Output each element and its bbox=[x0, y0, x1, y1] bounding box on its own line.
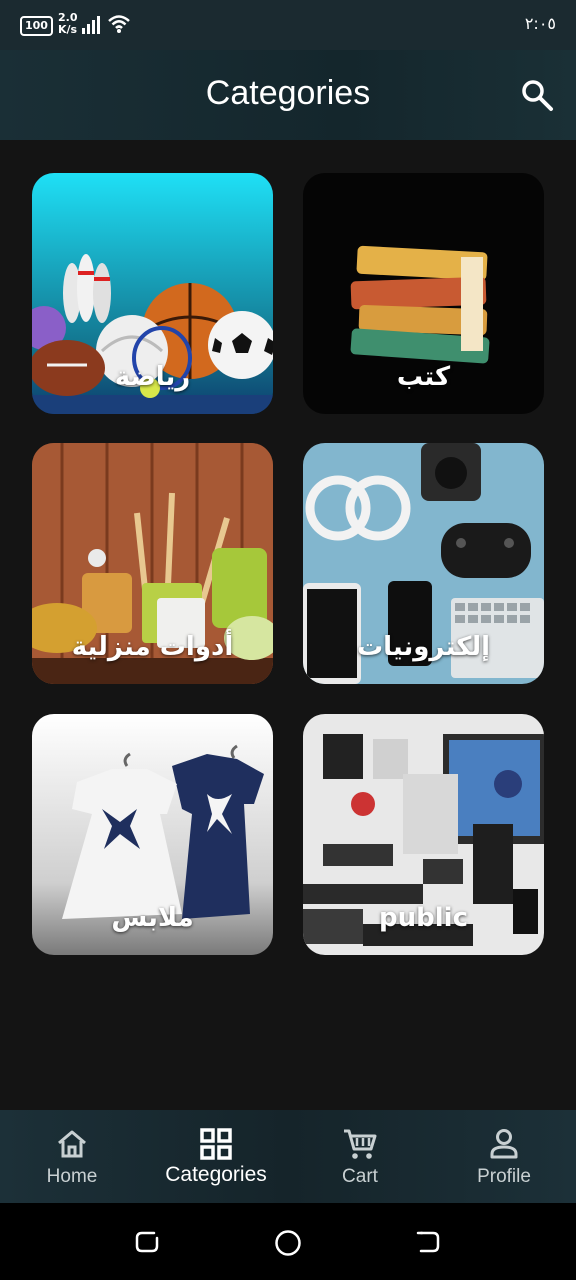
search-icon[interactable] bbox=[520, 78, 554, 112]
recent-apps-icon[interactable] bbox=[134, 1229, 160, 1255]
page-title: Categories bbox=[205, 74, 371, 112]
network-speed: 2.0 K/s bbox=[58, 12, 78, 36]
nav-label-profile: Profile bbox=[477, 1166, 531, 1187]
home-button-icon[interactable] bbox=[274, 1229, 302, 1257]
nav-item-cart[interactable]: Cart bbox=[288, 1110, 432, 1203]
grid-icon bbox=[200, 1128, 232, 1160]
person-icon bbox=[490, 1129, 518, 1159]
back-icon[interactable] bbox=[415, 1229, 441, 1255]
category-card-books[interactable]: كتب bbox=[303, 173, 544, 414]
category-label: رياضة bbox=[114, 362, 191, 392]
category-label: كتب bbox=[396, 362, 451, 392]
nav-item-categories[interactable]: Categories bbox=[144, 1110, 288, 1203]
category-card-electronics[interactable]: إلكترونيات bbox=[303, 443, 544, 684]
battery-indicator: 100 bbox=[20, 16, 53, 36]
app-bar: Categories bbox=[0, 50, 576, 140]
nav-item-home[interactable]: Home bbox=[0, 1110, 144, 1203]
cart-icon bbox=[344, 1129, 377, 1159]
nav-label-categories: Categories bbox=[165, 1163, 267, 1186]
wifi-icon bbox=[108, 15, 130, 33]
category-card-home-tools[interactable]: أدوات منزلية bbox=[32, 443, 273, 684]
category-label: أدوات منزلية bbox=[71, 632, 234, 662]
bottom-navigation: Home Categories Cart Profile bbox=[0, 1110, 576, 1203]
category-card-sports[interactable]: رياضة bbox=[32, 173, 273, 414]
network-speed-unit: K/s bbox=[58, 23, 78, 36]
system-navigation-bar bbox=[0, 1203, 576, 1280]
home-icon bbox=[58, 1130, 86, 1158]
nav-label-cart: Cart bbox=[342, 1166, 378, 1187]
category-label: إلكترونيات bbox=[356, 632, 490, 662]
category-label: public bbox=[379, 903, 468, 933]
status-bar: 100 2.0 K/s ٢:٠٥ bbox=[0, 0, 576, 50]
category-card-public[interactable]: public bbox=[303, 714, 544, 955]
nav-label-home: Home bbox=[46, 1166, 98, 1187]
category-card-clothes[interactable]: ملابس bbox=[32, 714, 273, 955]
signal-icon bbox=[82, 16, 100, 34]
category-label: ملابس bbox=[111, 903, 194, 933]
status-clock: ٢:٠٥ bbox=[524, 14, 556, 33]
nav-item-profile[interactable]: Profile bbox=[432, 1110, 576, 1203]
